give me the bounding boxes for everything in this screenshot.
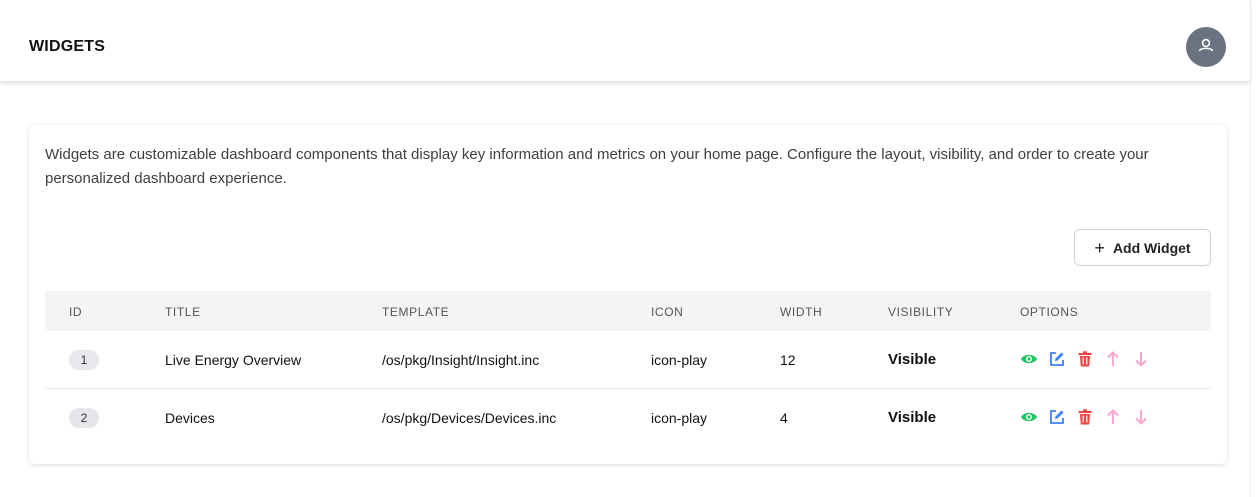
trash-icon[interactable] (1076, 407, 1094, 427)
column-title[interactable]: TITLE (165, 305, 201, 319)
widget-visibility: Visible (888, 351, 937, 368)
add-widget-label: Add Widget (1112, 239, 1191, 256)
id-badge: 1 (69, 350, 99, 370)
eye-icon[interactable] (1020, 349, 1038, 369)
arrow-up-icon[interactable] (1104, 349, 1122, 369)
widget-width: 12 (780, 352, 796, 368)
widget-icon-name: icon-play (651, 410, 708, 426)
arrow-down-icon[interactable] (1132, 349, 1150, 369)
edit-icon[interactable] (1048, 407, 1066, 427)
column-template[interactable]: TEMPLATE (382, 305, 449, 319)
column-visibility[interactable]: VISIBILITY (888, 305, 953, 319)
column-icon[interactable]: ICON (651, 305, 683, 319)
table-row: 2 Devices /os/pkg/Devices/Devices.inc ic… (45, 389, 1211, 447)
user-icon (1197, 38, 1215, 57)
widget-title: Devices (165, 410, 215, 426)
widget-visibility: Visible (888, 409, 937, 426)
edit-icon[interactable] (1048, 349, 1066, 369)
table-header: ID TITLE TEMPLATE ICON WIDTH VISIBILITY … (45, 291, 1211, 331)
id-badge: 2 (69, 408, 99, 428)
page-title: WIDGETS (29, 38, 106, 55)
table-row: 1 Live Energy Overview /os/pkg/Insight/I… (45, 331, 1211, 389)
trash-icon[interactable] (1076, 349, 1094, 369)
add-widget-button[interactable]: + Add Widget (1074, 229, 1211, 266)
plus-icon: + (1094, 237, 1105, 258)
column-id[interactable]: ID (69, 305, 82, 319)
column-options: OPTIONS (1020, 305, 1079, 319)
widget-width: 4 (780, 410, 788, 426)
arrow-down-icon[interactable] (1132, 407, 1150, 427)
avatar[interactable] (1186, 27, 1226, 67)
eye-icon[interactable] (1020, 407, 1038, 427)
arrow-up-icon[interactable] (1104, 407, 1122, 427)
column-width[interactable]: WIDTH (780, 305, 822, 319)
top-bar: WIDGETS (0, 0, 1250, 82)
row-options (1020, 349, 1150, 369)
widgets-card: Widgets are customizable dashboard compo… (29, 125, 1227, 464)
description: Widgets are customizable dashboard compo… (45, 146, 1149, 187)
widget-template: /os/pkg/Insight/Insight.inc (382, 352, 540, 368)
row-options (1020, 407, 1150, 427)
widget-template: /os/pkg/Devices/Devices.inc (382, 410, 557, 426)
widget-icon-name: icon-play (651, 352, 708, 368)
divider (1250, 0, 1251, 497)
widgets-table: ID TITLE TEMPLATE ICON WIDTH VISIBILITY … (45, 291, 1211, 447)
widget-title: Live Energy Overview (165, 352, 302, 368)
